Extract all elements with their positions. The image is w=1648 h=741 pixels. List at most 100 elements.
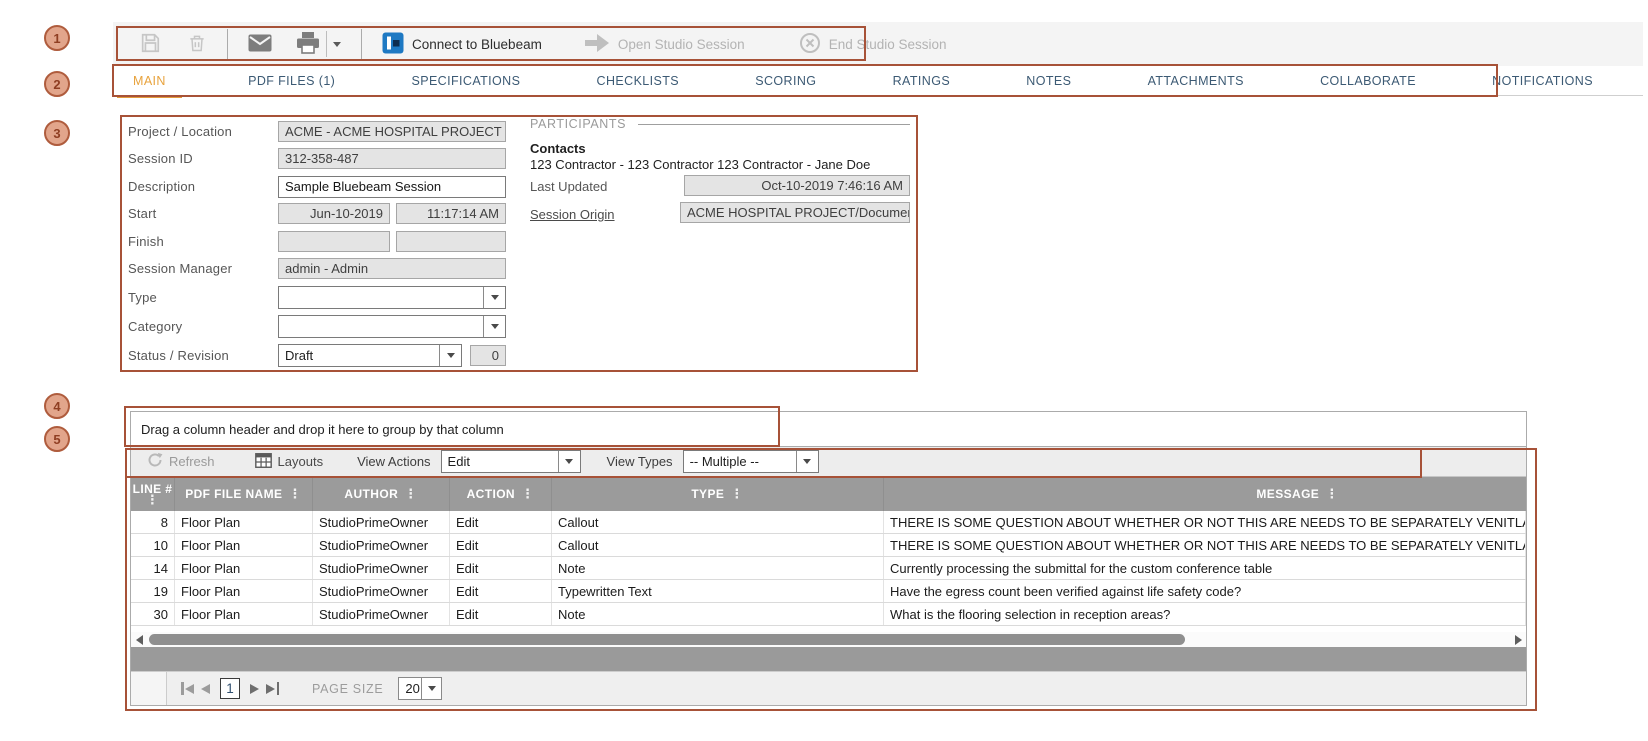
column-menu-icon[interactable]: ⋮ xyxy=(730,487,743,500)
session-manager-label: Session Manager xyxy=(128,261,233,276)
category-dropdown-button[interactable] xyxy=(483,316,505,337)
type-dropdown[interactable] xyxy=(278,286,506,309)
view-types-group: View Types -- Multiple -- xyxy=(607,450,819,473)
cell-author[interactable]: StudioPrimeOwner xyxy=(313,557,450,579)
cell-message[interactable]: THERE IS SOME QUESTION ABOUT WHETHER OR … xyxy=(884,534,1526,556)
cell-message[interactable]: THERE IS SOME QUESTION ABOUT WHETHER OR … xyxy=(884,511,1526,533)
tab-specifications[interactable]: SPECIFICATIONS xyxy=(401,66,530,96)
column-header-line[interactable]: LINE # ⋮ xyxy=(131,477,175,511)
column-header-action[interactable]: ACTION ⋮ xyxy=(450,477,552,511)
column-header-type[interactable]: TYPE ⋮ xyxy=(552,477,884,511)
cell-type[interactable]: Note xyxy=(552,603,884,625)
view-types-dropdown-button[interactable] xyxy=(795,451,818,472)
cell-action[interactable]: Edit xyxy=(450,557,552,579)
column-header-pdf-file-name[interactable]: PDF FILE NAME ⋮ xyxy=(175,477,313,511)
scrollbar-track[interactable] xyxy=(147,632,1510,647)
field-row-session-manager: Session Manager admin - Admin xyxy=(128,257,508,280)
table-row[interactable]: 30 Floor Plan StudioPrimeOwner Edit Note… xyxy=(131,603,1526,626)
cell-line-number[interactable]: 19 xyxy=(131,580,175,602)
horizontal-scrollbar[interactable] xyxy=(131,632,1526,647)
cell-author[interactable]: StudioPrimeOwner xyxy=(313,534,450,556)
connect-to-bluebeam-button[interactable]: Connect to Bluebeam xyxy=(376,27,548,61)
tab-checklists[interactable]: CHECKLISTS xyxy=(587,66,690,96)
status-dropdown-button[interactable] xyxy=(439,345,461,366)
previous-page-button[interactable] xyxy=(201,679,210,699)
cell-action[interactable]: Edit xyxy=(450,603,552,625)
column-menu-icon[interactable]: ⋮ xyxy=(521,487,534,500)
cell-author[interactable]: StudioPrimeOwner xyxy=(313,580,450,602)
type-dropdown-button[interactable] xyxy=(483,287,505,308)
table-row[interactable]: 19 Floor Plan StudioPrimeOwner Edit Type… xyxy=(131,580,1526,603)
session-origin-link[interactable]: Session Origin xyxy=(530,207,615,222)
tab-notifications[interactable]: NOTIFICATIONS xyxy=(1482,66,1603,96)
last-updated-label: Last Updated xyxy=(530,179,608,194)
cell-line-number[interactable]: 10 xyxy=(131,534,175,556)
cell-action[interactable]: Edit xyxy=(450,580,552,602)
tab-notes[interactable]: NOTES xyxy=(1016,66,1081,96)
table-row[interactable]: 10 Floor Plan StudioPrimeOwner Edit Call… xyxy=(131,534,1526,557)
page-size-value: 20 xyxy=(405,681,420,696)
cell-line-number[interactable]: 30 xyxy=(131,603,175,625)
tab-main[interactable]: MAIN xyxy=(113,66,182,98)
print-button[interactable] xyxy=(290,27,347,61)
cell-message[interactable]: What is the flooring selection in recept… xyxy=(884,603,1526,625)
page-size-dropdown[interactable]: 20 xyxy=(398,677,443,700)
tab-collaborate[interactable]: COLLABORATE xyxy=(1310,66,1426,96)
page-size-dropdown-button[interactable] xyxy=(421,678,442,699)
description-input[interactable]: Sample Bluebeam Session xyxy=(278,175,506,198)
cell-pdf-file-name[interactable]: Floor Plan xyxy=(175,580,313,602)
column-menu-icon[interactable]: ⋮ xyxy=(1325,487,1338,500)
column-menu-icon[interactable]: ⋮ xyxy=(404,487,417,500)
cell-type[interactable]: Note xyxy=(552,557,884,579)
cell-author[interactable]: StudioPrimeOwner xyxy=(313,603,450,625)
table-row[interactable]: 14 Floor Plan StudioPrimeOwner Edit Note… xyxy=(131,557,1526,580)
view-types-dropdown[interactable]: -- Multiple -- xyxy=(682,450,819,473)
print-options-dropdown[interactable] xyxy=(326,31,341,57)
cell-author[interactable]: StudioPrimeOwner xyxy=(313,511,450,533)
open-studio-session-button[interactable]: Open Studio Session xyxy=(578,27,751,61)
column-header-message[interactable]: MESSAGE ⋮ xyxy=(884,477,1526,511)
callout-4: 4 xyxy=(44,393,70,419)
cell-pdf-file-name[interactable]: Floor Plan xyxy=(175,603,313,625)
cell-message[interactable]: Have the egress count been verified agai… xyxy=(884,580,1526,602)
cell-line-number[interactable]: 14 xyxy=(131,557,175,579)
scrollbar-thumb[interactable] xyxy=(149,634,1185,645)
view-actions-dropdown[interactable]: Edit xyxy=(440,450,581,473)
tab-pdf-files[interactable]: PDF FILES (1) xyxy=(238,66,345,96)
cell-message[interactable]: Currently processing the submittal for t… xyxy=(884,557,1526,579)
cell-type[interactable]: Typewritten Text xyxy=(552,580,884,602)
save-button[interactable] xyxy=(133,27,167,61)
group-by-drop-zone[interactable]: Drag a column header and drop it here to… xyxy=(131,412,1526,447)
end-studio-session-button[interactable]: End Studio Session xyxy=(793,27,953,61)
view-actions-dropdown-button[interactable] xyxy=(557,451,580,472)
refresh-button[interactable]: Refresh xyxy=(147,452,215,471)
current-page-indicator[interactable]: 1 xyxy=(220,678,240,699)
cell-pdf-file-name[interactable]: Floor Plan xyxy=(175,511,313,533)
tab-attachments[interactable]: ATTACHMENTS xyxy=(1138,66,1254,96)
cell-type[interactable]: Callout xyxy=(552,511,884,533)
column-menu-icon[interactable]: ⋮ xyxy=(146,493,159,506)
cell-line-number[interactable]: 8 xyxy=(131,511,175,533)
cell-type[interactable]: Callout xyxy=(552,534,884,556)
cell-pdf-file-name[interactable]: Floor Plan xyxy=(175,534,313,556)
column-menu-icon[interactable]: ⋮ xyxy=(288,487,301,500)
status-dropdown[interactable]: Draft xyxy=(278,344,462,367)
cell-action[interactable]: Edit xyxy=(450,511,552,533)
category-dropdown[interactable] xyxy=(278,315,506,338)
delete-button[interactable] xyxy=(181,27,213,61)
table-row[interactable]: 8 Floor Plan StudioPrimeOwner Edit Callo… xyxy=(131,511,1526,534)
tab-ratings[interactable]: RATINGS xyxy=(883,66,960,96)
triangle-left-icon xyxy=(185,683,194,694)
column-header-author[interactable]: AUTHOR ⋮ xyxy=(313,477,450,511)
next-page-button[interactable] xyxy=(250,679,259,699)
email-button[interactable] xyxy=(242,27,278,61)
layouts-button[interactable]: Layouts xyxy=(254,452,323,471)
refresh-label: Refresh xyxy=(169,454,215,469)
tab-scoring[interactable]: SCORING xyxy=(745,66,826,96)
cell-pdf-file-name[interactable]: Floor Plan xyxy=(175,557,313,579)
scroll-left-button[interactable] xyxy=(131,632,147,647)
first-page-button[interactable] xyxy=(181,679,194,699)
scroll-right-button[interactable] xyxy=(1510,632,1526,647)
cell-action[interactable]: Edit xyxy=(450,534,552,556)
last-page-button[interactable] xyxy=(266,679,279,699)
